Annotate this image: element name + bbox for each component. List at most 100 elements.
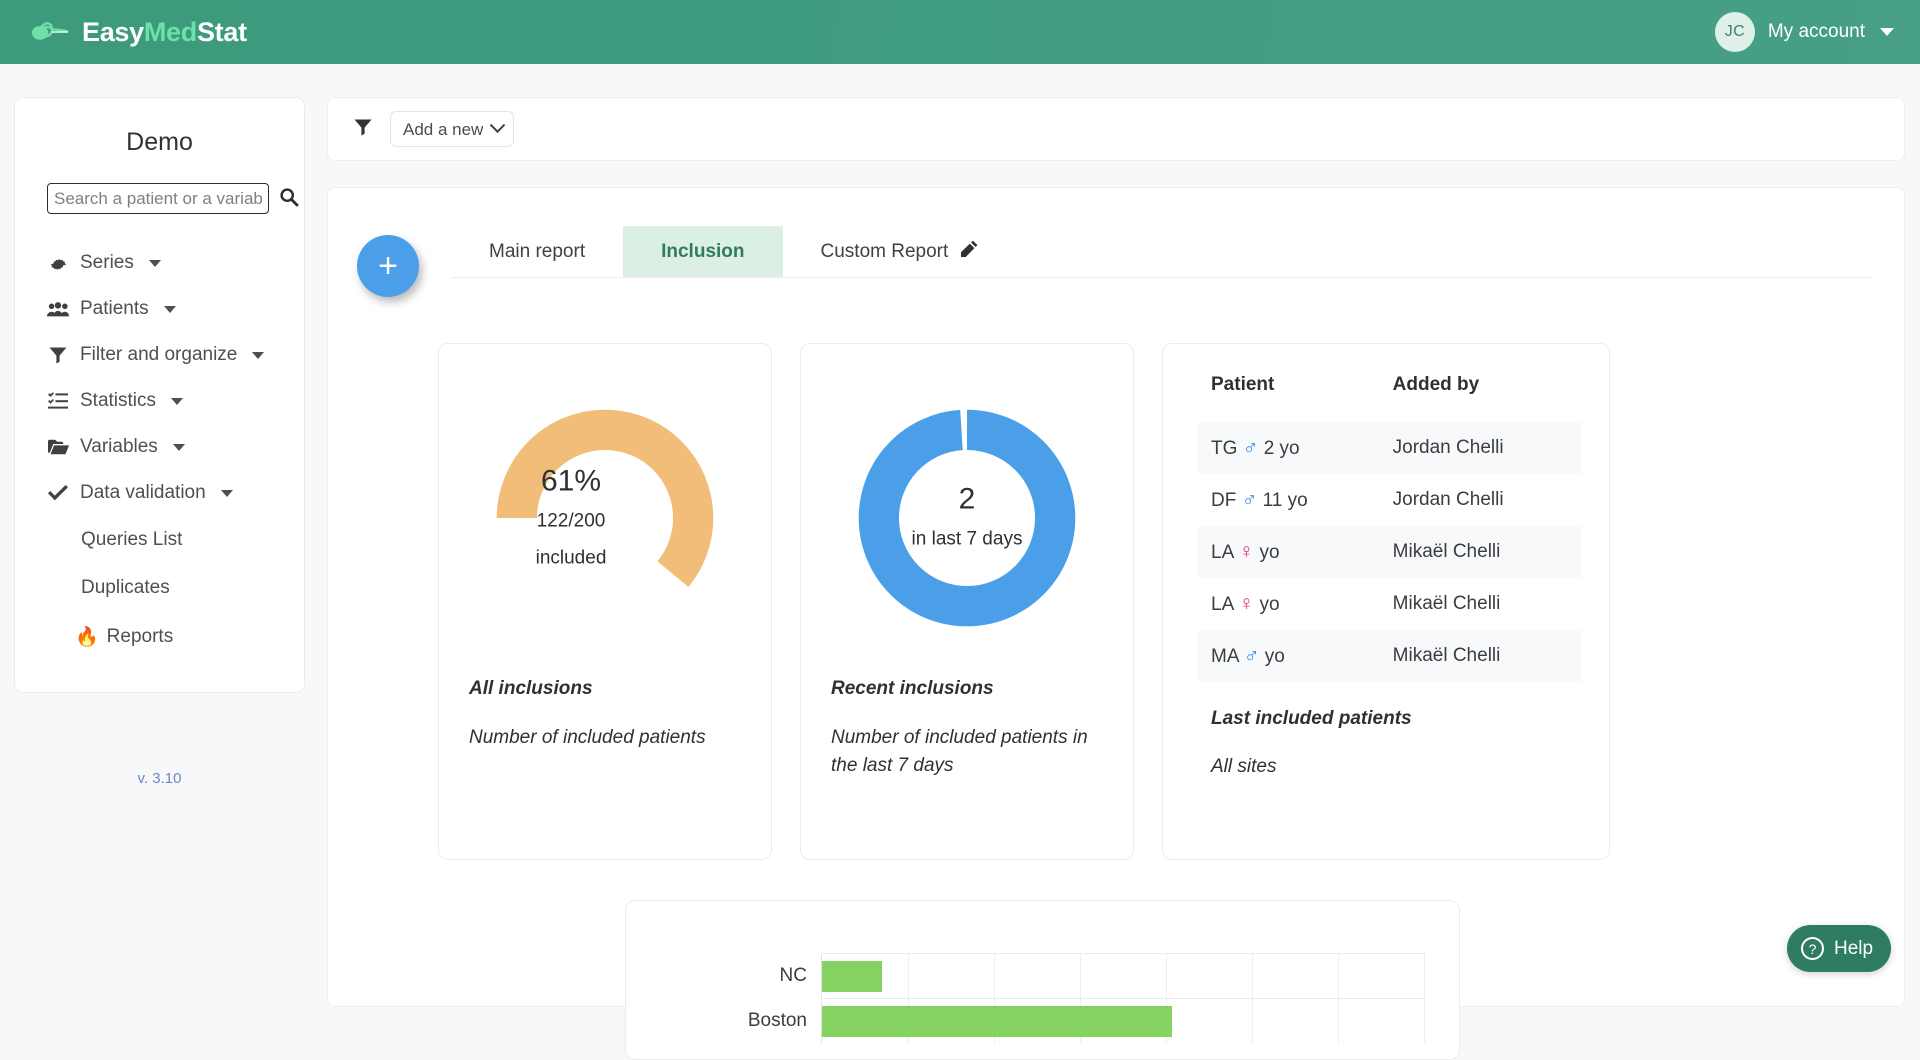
gridline [1424,999,1425,1043]
search-input[interactable] [47,183,269,214]
brand-logo-group[interactable]: EasyMedStat [30,17,247,48]
sidebar-search-row [15,183,304,214]
help-button[interactable]: ? Help [1787,925,1892,972]
patient-initials: TG [1211,438,1238,459]
last-included-patients-table: Patient Added by TG ♂ 2 yo Jordan Chelli [1197,374,1581,682]
sidebar-item-queries-list[interactable]: Queries List [15,516,304,564]
gridline [1252,999,1253,1043]
female-icon: ♀ [1238,592,1255,615]
patient-cell: MA ♂ yo [1197,630,1379,682]
funnel-icon [47,346,69,364]
sidebar-nav: Series Patients Filter and organize Stat… [15,240,304,662]
added-by-cell: Mikaël Chelli [1392,593,1501,614]
search-button[interactable] [279,187,299,210]
sidebar-item-label: Reports [106,626,174,647]
card-title: All inclusions [469,678,593,699]
easymedstat-logo-icon [30,17,72,47]
chevron-down-icon [172,443,185,451]
tab-label: Custom Report [820,240,949,262]
add-a-new-select[interactable]: Add a new [390,111,514,147]
column-header-patient: Patient [1211,374,1275,395]
funnel-icon[interactable] [354,118,372,141]
patient-age: 2 yo [1263,438,1300,459]
avatar: JC [1714,12,1755,52]
search-icon [279,187,299,210]
patient-age: 11 yo [1262,490,1308,511]
chevron-down-icon [171,397,184,405]
main-content-panel: + Main report Inclusion Custom Report 61… [327,187,1905,1060]
table-row[interactable]: TG ♂ 2 yo Jordan Chelli [1197,422,1581,474]
pencil-icon[interactable] [961,240,978,263]
brand-title: EasyMedStat [82,16,247,47]
gridline [1424,954,1425,998]
column-header-added-by: Added by [1392,374,1480,395]
tab-custom-report[interactable]: Custom Report [783,226,1017,277]
recent-inclusions-donut: 2 in last 7 days [831,368,1103,668]
table-row[interactable]: DF ♂ 11 yo Jordan Chelli [1197,474,1581,526]
users-icon [47,301,69,318]
sidebar-item-label: Patients [80,298,149,319]
sidebar-item-series[interactable]: Series [15,240,304,286]
check-icon [47,485,69,501]
chevron-down-icon [1880,28,1894,36]
gridline [1080,954,1081,998]
sidebar-item-label: Series [80,252,134,273]
card-description: Number of included patients in the last … [831,727,1088,776]
card-description: Number of included patients [469,727,706,748]
sites-bar-chart: NC Boston [731,953,1425,1043]
gridline [1252,954,1253,998]
help-label: Help [1834,937,1874,959]
added-by-cell: Mikaël Chelli [1378,630,1581,682]
chevron-down-icon [163,305,176,313]
gridline [1166,954,1167,998]
add-a-new-dropdown-wrap: Add a new [390,111,514,147]
sidebar-item-data-validation[interactable]: Data validation [15,470,304,516]
table-row[interactable]: MA ♂ yo Mikaël Chelli [1197,630,1581,682]
sidebar-item-variables[interactable]: Variables [15,424,304,470]
patient-age: yo [1264,646,1285,667]
sidebar-item-filter-and-organize[interactable]: Filter and organize [15,332,304,378]
table-header-row: Patient Added by [1197,374,1581,422]
patient-age: yo [1259,594,1280,615]
added-by-cell: Mikaël Chelli [1378,526,1581,578]
table-row[interactable]: LA ♀ yo Mikaël Chelli [1197,578,1581,630]
gridline [908,954,909,998]
sidebar-item-patients[interactable]: Patients [15,286,304,332]
gridline [1338,999,1339,1043]
tab-label: Inclusion [661,240,745,262]
card-footer: Last included patients All sites [1197,708,1581,778]
my-account-menu[interactable]: JC My account [1714,12,1894,52]
account-label: My account [1767,21,1865,42]
sidebar-item-statistics[interactable]: Statistics [15,378,304,424]
tab-inclusion[interactable]: Inclusion [623,226,783,277]
question-circle-icon: ? [1801,937,1824,960]
sidebar-item-label: Data validation [80,482,206,503]
bar-nc[interactable] [822,961,882,992]
folder-icon [47,439,69,455]
male-icon: ♂ [1243,644,1260,667]
app-version[interactable]: v. 3.10 [14,770,305,787]
filter-toolbar: Add a new [327,97,1905,161]
donut-chart-all-inclusions [496,409,714,627]
added-by-cell: Jordan Chelli [1392,489,1504,510]
table-row[interactable]: LA ♀ yo Mikaël Chelli [1197,526,1581,578]
donut-chart-recent-inclusions [858,409,1076,627]
patient-initials: LA [1211,542,1234,563]
sidebar-item-duplicates[interactable]: Duplicates [15,564,304,612]
sidebar-item-reports[interactable]: 🔥 Reports [15,612,304,662]
all-inclusions-card: 61% 122/200 included All inclusions Numb… [438,343,772,860]
tab-label: Main report [489,240,586,262]
list-check-icon [47,392,69,410]
chevron-down-icon [252,351,265,359]
male-icon: ♂ [1242,436,1259,459]
patient-cell: LA ♀ yo [1197,526,1379,578]
bar-boston[interactable] [822,1006,1172,1037]
add-report-button[interactable]: + [357,235,419,297]
patient-initials: DF [1211,490,1237,511]
gear-icon [47,254,69,273]
gridline [994,954,995,998]
sidebar-item-label: Statistics [80,390,157,411]
patient-initials: LA [1211,594,1234,615]
tab-main-report[interactable]: Main report [451,226,623,277]
male-icon: ♂ [1241,488,1258,511]
